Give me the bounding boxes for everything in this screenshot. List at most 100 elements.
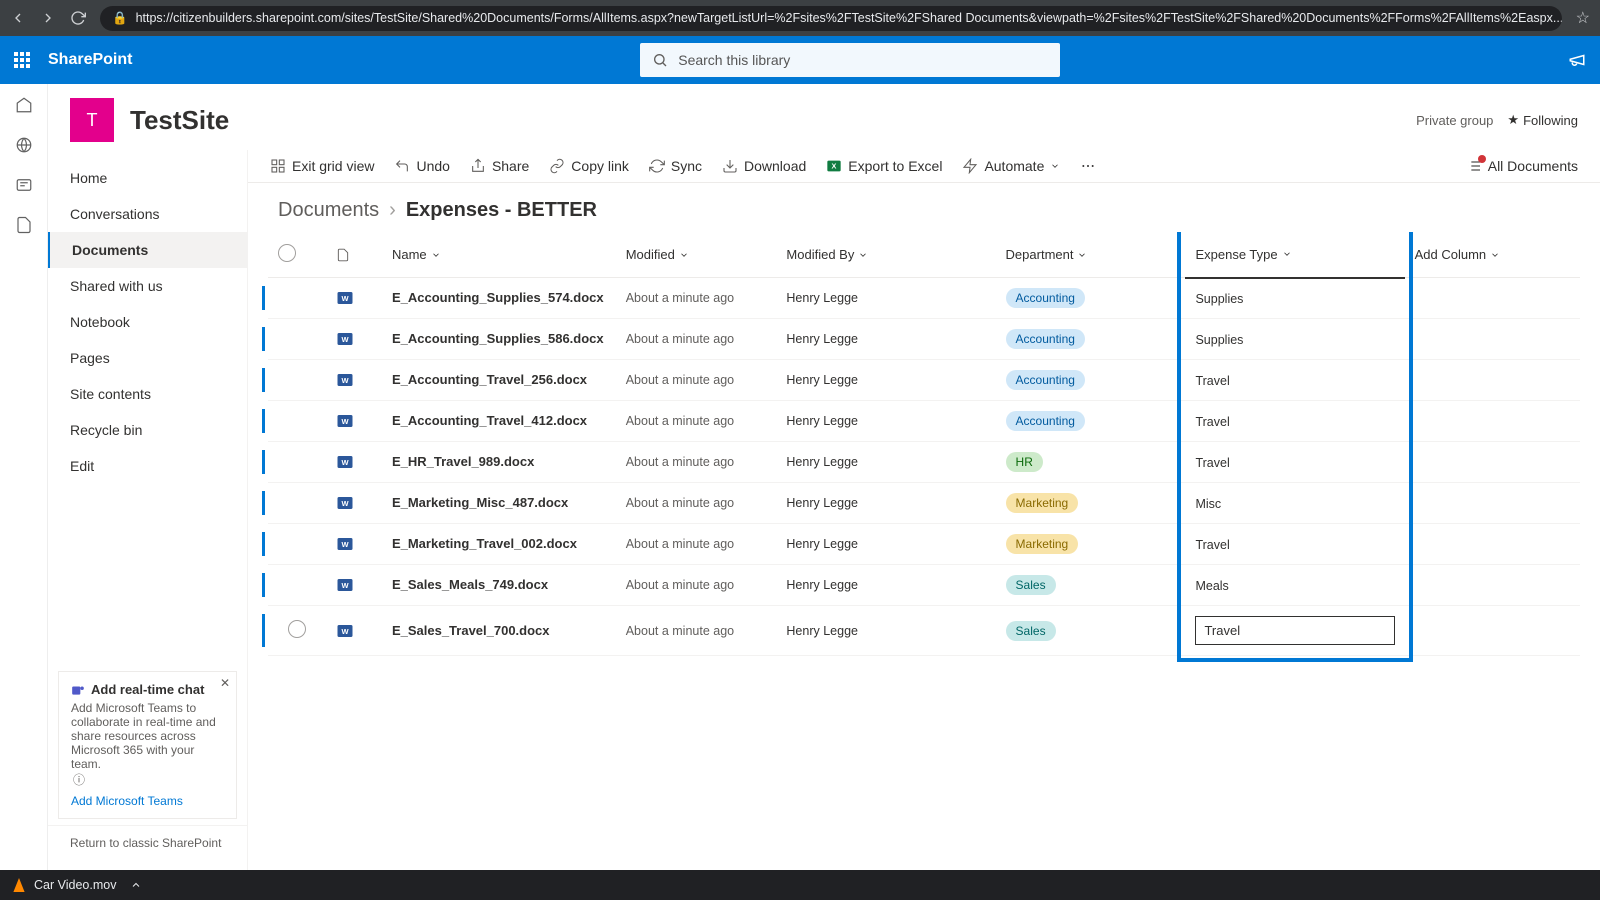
undo-icon xyxy=(394,158,410,174)
site-nav: HomeConversationsDocumentsShared with us… xyxy=(48,150,248,870)
copy-link-button[interactable]: Copy link xyxy=(549,158,629,174)
site-name[interactable]: TestSite xyxy=(130,105,229,136)
nav-item-recycle-bin[interactable]: Recycle bin xyxy=(48,412,247,448)
expense-type-value[interactable]: Travel xyxy=(1195,415,1229,429)
taskbar: Car Video.mov xyxy=(0,870,1600,900)
nav-item-home[interactable]: Home xyxy=(48,160,247,196)
file-name[interactable]: E_Accounting_Travel_412.docx xyxy=(392,412,606,430)
teams-add-link[interactable]: Add Microsoft Teams xyxy=(71,794,224,808)
files-icon[interactable] xyxy=(15,216,33,234)
document-grid: Name Modified Modified By Department Exp… xyxy=(268,232,1580,656)
view-selector[interactable]: All Documents xyxy=(1466,158,1578,174)
table-row[interactable]: W E_Accounting_Supplies_574.docx About a… xyxy=(268,278,1580,319)
department-pill[interactable]: HR xyxy=(1006,452,1043,472)
nav-item-documents[interactable]: Documents xyxy=(48,232,247,268)
search-input[interactable]: Search this library xyxy=(640,43,1060,77)
star-icon[interactable]: ☆ xyxy=(1576,8,1590,28)
file-name[interactable]: E_Accounting_Supplies_574.docx xyxy=(392,289,606,307)
share-button[interactable]: Share xyxy=(470,158,529,174)
expense-type-value[interactable]: Supplies xyxy=(1195,292,1243,306)
site-logo[interactable]: T xyxy=(70,98,114,142)
back-icon[interactable] xyxy=(10,10,26,26)
expense-type-value[interactable]: Meals xyxy=(1195,579,1228,593)
col-modified-by[interactable]: Modified By xyxy=(786,247,985,262)
svg-text:X: X xyxy=(832,162,837,171)
table-row[interactable]: W E_Marketing_Travel_002.docx About a mi… xyxy=(268,524,1580,565)
home-icon[interactable] xyxy=(15,96,33,114)
breadcrumb-root[interactable]: Documents xyxy=(278,199,379,222)
col-department[interactable]: Department xyxy=(1006,247,1176,262)
expense-type-editor[interactable]: Travel xyxy=(1195,616,1394,645)
file-name[interactable]: E_Marketing_Misc_487.docx xyxy=(392,494,606,512)
department-pill[interactable]: Marketing xyxy=(1006,534,1079,554)
col-icon[interactable] xyxy=(326,232,382,278)
file-name[interactable]: E_Sales_Travel_700.docx xyxy=(392,622,606,640)
file-name[interactable]: E_Accounting_Supplies_586.docx xyxy=(392,330,606,348)
department-pill[interactable]: Accounting xyxy=(1006,370,1085,390)
table-row[interactable]: W E_Accounting_Supplies_586.docx About a… xyxy=(268,319,1580,360)
undo-button[interactable]: Undo xyxy=(394,158,449,174)
table-row[interactable]: W E_Sales_Meals_749.docx About a minute … xyxy=(268,565,1580,606)
follow-button[interactable]: ★ Following xyxy=(1507,112,1578,128)
info-icon[interactable]: ⓘ xyxy=(73,773,85,787)
add-column-button[interactable]: Add Column xyxy=(1415,247,1570,262)
table-row[interactable]: W E_HR_Travel_989.docx About a minute ag… xyxy=(268,442,1580,483)
nav-item-edit[interactable]: Edit xyxy=(48,448,247,484)
table-row[interactable]: W E_Marketing_Misc_487.docx About a minu… xyxy=(268,483,1580,524)
department-pill[interactable]: Sales xyxy=(1006,621,1056,641)
globe-icon[interactable] xyxy=(15,136,33,154)
lock-icon: 🔒 xyxy=(112,11,128,26)
taskbar-download[interactable]: Car Video.mov xyxy=(12,878,142,892)
expense-type-value[interactable]: Misc xyxy=(1195,497,1221,511)
nav-item-notebook[interactable]: Notebook xyxy=(48,304,247,340)
nav-item-shared-with-us[interactable]: Shared with us xyxy=(48,268,247,304)
expense-type-value[interactable]: Supplies xyxy=(1195,333,1243,347)
megaphone-icon[interactable] xyxy=(1568,51,1586,69)
select-all[interactable] xyxy=(278,244,296,262)
unsaved-indicator xyxy=(1478,155,1486,163)
file-name[interactable]: E_Accounting_Travel_256.docx xyxy=(392,371,606,389)
modified-value: About a minute ago xyxy=(626,332,767,346)
table-row[interactable]: W E_Accounting_Travel_412.docx About a m… xyxy=(268,401,1580,442)
expense-type-value[interactable]: Travel xyxy=(1195,538,1229,552)
sync-icon xyxy=(649,158,665,174)
file-name[interactable]: E_HR_Travel_989.docx xyxy=(392,453,606,471)
grid-icon xyxy=(270,158,286,174)
automate-button[interactable]: Automate xyxy=(962,158,1060,174)
col-expense-type[interactable]: Expense Type xyxy=(1195,247,1394,262)
nav-item-conversations[interactable]: Conversations xyxy=(48,196,247,232)
expense-type-value[interactable]: Travel xyxy=(1195,456,1229,470)
nav-item-site-contents[interactable]: Site contents xyxy=(48,376,247,412)
close-icon[interactable]: ✕ xyxy=(220,676,230,690)
table-row[interactable]: W E_Accounting_Travel_256.docx About a m… xyxy=(268,360,1580,401)
news-icon[interactable] xyxy=(15,176,33,194)
more-button[interactable] xyxy=(1080,158,1096,174)
col-modified[interactable]: Modified xyxy=(626,247,767,262)
department-pill[interactable]: Sales xyxy=(1006,575,1056,595)
svg-text:W: W xyxy=(342,335,350,344)
product-name[interactable]: SharePoint xyxy=(48,51,132,69)
app-launcher-icon[interactable] xyxy=(14,52,30,68)
department-pill[interactable]: Accounting xyxy=(1006,288,1085,308)
department-pill[interactable]: Accounting xyxy=(1006,329,1085,349)
expense-type-value[interactable]: Travel xyxy=(1195,374,1229,388)
export-excel-button[interactable]: XExport to Excel xyxy=(826,158,942,174)
address-bar[interactable]: 🔒 https://citizenbuilders.sharepoint.com… xyxy=(100,6,1562,31)
command-bar: Exit grid view Undo Share Copy link Sync… xyxy=(248,150,1600,183)
classic-link[interactable]: Return to classic SharePoint xyxy=(48,825,247,860)
department-pill[interactable]: Marketing xyxy=(1006,493,1079,513)
file-type-icon: W xyxy=(326,442,382,483)
modified-value: About a minute ago xyxy=(626,291,767,305)
file-name[interactable]: E_Marketing_Travel_002.docx xyxy=(392,535,606,553)
forward-icon[interactable] xyxy=(40,10,56,26)
sync-button[interactable]: Sync xyxy=(649,158,702,174)
col-name[interactable]: Name xyxy=(392,247,606,262)
reload-icon[interactable] xyxy=(70,10,86,26)
table-row[interactable]: W E_Sales_Travel_700.docx About a minute… xyxy=(268,606,1580,656)
department-pill[interactable]: Accounting xyxy=(1006,411,1085,431)
download-button[interactable]: Download xyxy=(722,158,806,174)
row-select[interactable] xyxy=(288,620,306,638)
nav-item-pages[interactable]: Pages xyxy=(48,340,247,376)
file-name[interactable]: E_Sales_Meals_749.docx xyxy=(392,576,606,594)
exit-grid-button[interactable]: Exit grid view xyxy=(270,158,374,174)
